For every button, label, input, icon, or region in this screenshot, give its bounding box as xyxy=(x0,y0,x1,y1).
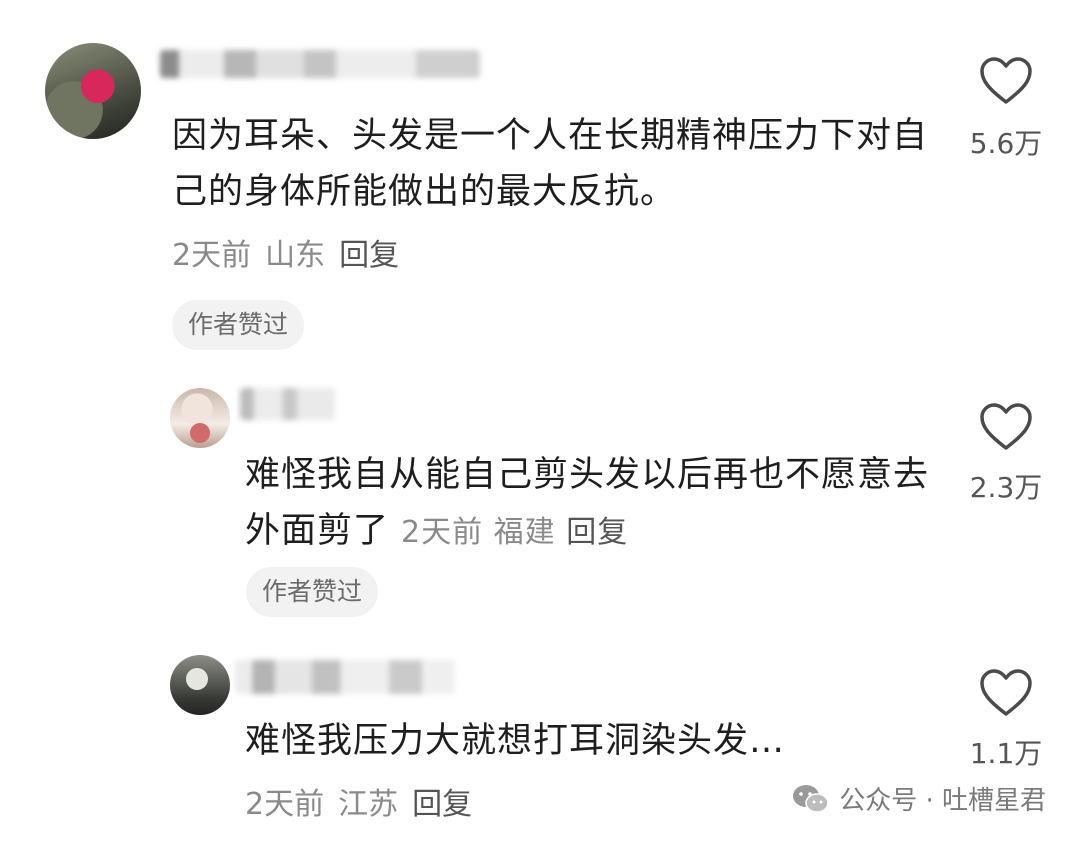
author-liked-badge: 作者赞过 xyxy=(172,300,305,350)
avatar[interactable] xyxy=(45,43,141,139)
watermark: 公众号 · 吐槽星君 xyxy=(791,780,1046,817)
username-blurred[interactable] xyxy=(240,388,335,420)
reply-button[interactable]: 回复 xyxy=(566,515,628,550)
username-blurred[interactable] xyxy=(235,660,455,694)
watermark-text: 公众号 · 吐槽星君 xyxy=(839,786,1046,816)
like-count: 5.6万 xyxy=(969,127,1043,160)
comment-time: 2天前 xyxy=(172,238,252,273)
comment-location: 山东 xyxy=(265,238,326,273)
comment-location: 福建 xyxy=(493,515,556,550)
wechat-icon xyxy=(793,784,829,813)
avatar[interactable] xyxy=(170,655,230,715)
like-count: 1.1万 xyxy=(969,737,1043,770)
heart-outline-icon[interactable] xyxy=(979,668,1033,718)
reply-button[interactable]: 回复 xyxy=(339,238,399,273)
heart-outline-icon[interactable] xyxy=(979,56,1033,106)
comment-text: 难怪我自从能自己剪头发以后再也不愿意去外面剪了 2天前 福建 回复 xyxy=(245,447,935,561)
heart-outline-icon[interactable] xyxy=(979,402,1033,452)
like-count: 2.3万 xyxy=(969,471,1043,504)
comment-location: 江苏 xyxy=(338,787,399,822)
author-liked-badge: 作者赞过 xyxy=(246,567,379,617)
comment-text: 因为耳朵、头发是一个人在长期精神压力下对自己的身体所能做出的最大反抗。 xyxy=(172,116,929,212)
username-blurred[interactable] xyxy=(160,50,480,78)
comment-meta: 2天前 山东 回复 xyxy=(172,236,413,276)
comment-text: 难怪我压力大就想打耳洞染头发… xyxy=(245,721,786,761)
reply-button[interactable]: 回复 xyxy=(412,787,472,822)
comment-time: 2天前 xyxy=(245,787,325,822)
comment-time: 2天前 xyxy=(401,515,484,550)
avatar[interactable] xyxy=(170,388,230,448)
comment-meta: 2天前 江苏 回复 xyxy=(245,785,486,825)
